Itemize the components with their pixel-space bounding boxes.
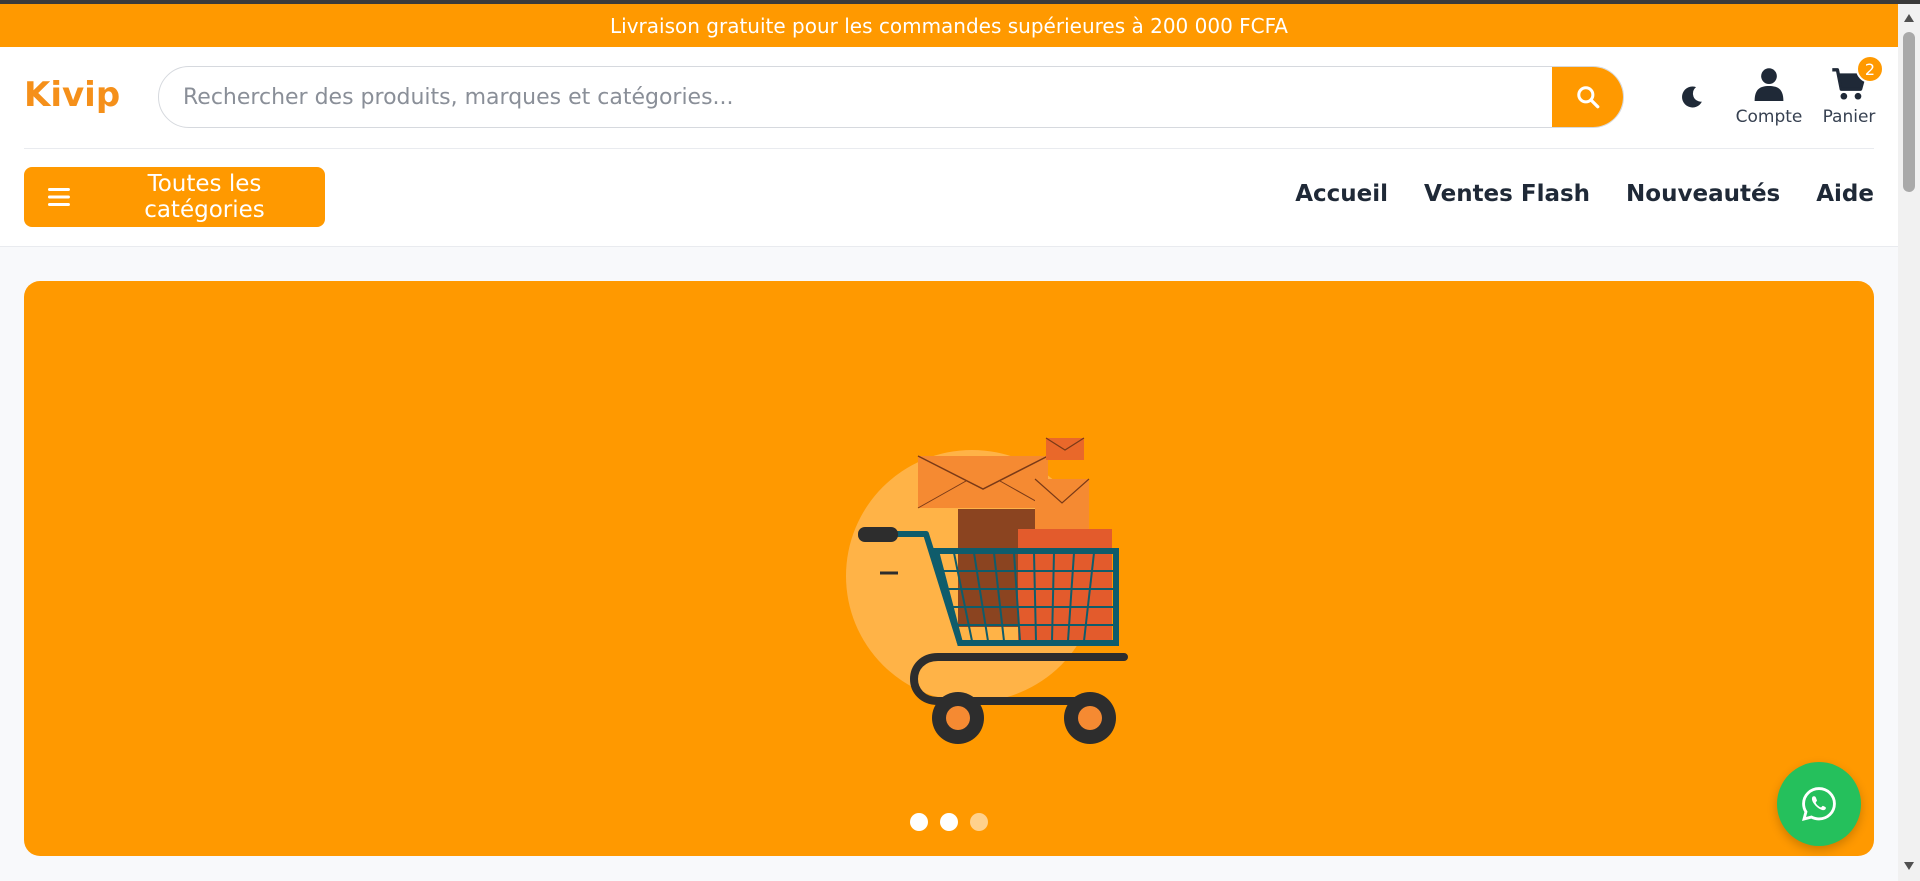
scrollbar-thumb[interactable] [1903,32,1915,192]
promo-text: Livraison gratuite pour les commandes su… [610,13,1288,38]
shopping-cart-illustration [846,437,1128,744]
hamburger-icon [48,188,70,206]
whatsapp-icon [1802,787,1836,821]
nav-accueil[interactable]: Accueil [1295,181,1388,207]
search-button[interactable] [1552,67,1623,127]
nav-nouveautes[interactable]: Nouveautés [1626,181,1780,207]
nav-aide[interactable]: Aide [1816,181,1874,207]
whatsapp-chat-button[interactable] [1777,762,1861,846]
carousel-dots [24,813,1874,831]
scroll-down-arrow-icon[interactable] [1903,860,1915,872]
cart-label: Panier [1822,107,1876,127]
header-divider [24,148,1874,149]
logo[interactable]: Kivip [24,75,120,115]
all-categories-label: Toutes les catégories [144,171,265,223]
site-header: Kivip Compte Panier 2 [0,47,1898,247]
account-button[interactable]: Compte [1734,67,1804,127]
hero-carousel [24,281,1874,856]
nav-ventes-flash[interactable]: Ventes Flash [1424,181,1590,207]
scroll-up-arrow-icon[interactable] [1903,12,1915,24]
search-bar [158,66,1624,128]
page-scrollbar[interactable] [1898,4,1920,881]
account-label: Compte [1735,107,1803,127]
all-categories-button[interactable]: Toutes les catégories [24,167,325,227]
moon-icon [1682,86,1702,108]
user-icon [1754,68,1784,101]
main-nav: Accueil Ventes Flash Nouveautés Aide [1295,181,1874,207]
carousel-dot-3[interactable] [970,813,988,831]
promo-banner: Livraison gratuite pour les commandes su… [0,4,1898,47]
carousel-dot-1[interactable] [910,813,928,831]
carousel-dot-2[interactable] [940,813,958,831]
search-input[interactable] [183,67,1523,127]
theme-toggle[interactable] [1678,83,1706,111]
cart-count-badge: 2 [1856,55,1884,83]
search-icon [1577,86,1600,109]
